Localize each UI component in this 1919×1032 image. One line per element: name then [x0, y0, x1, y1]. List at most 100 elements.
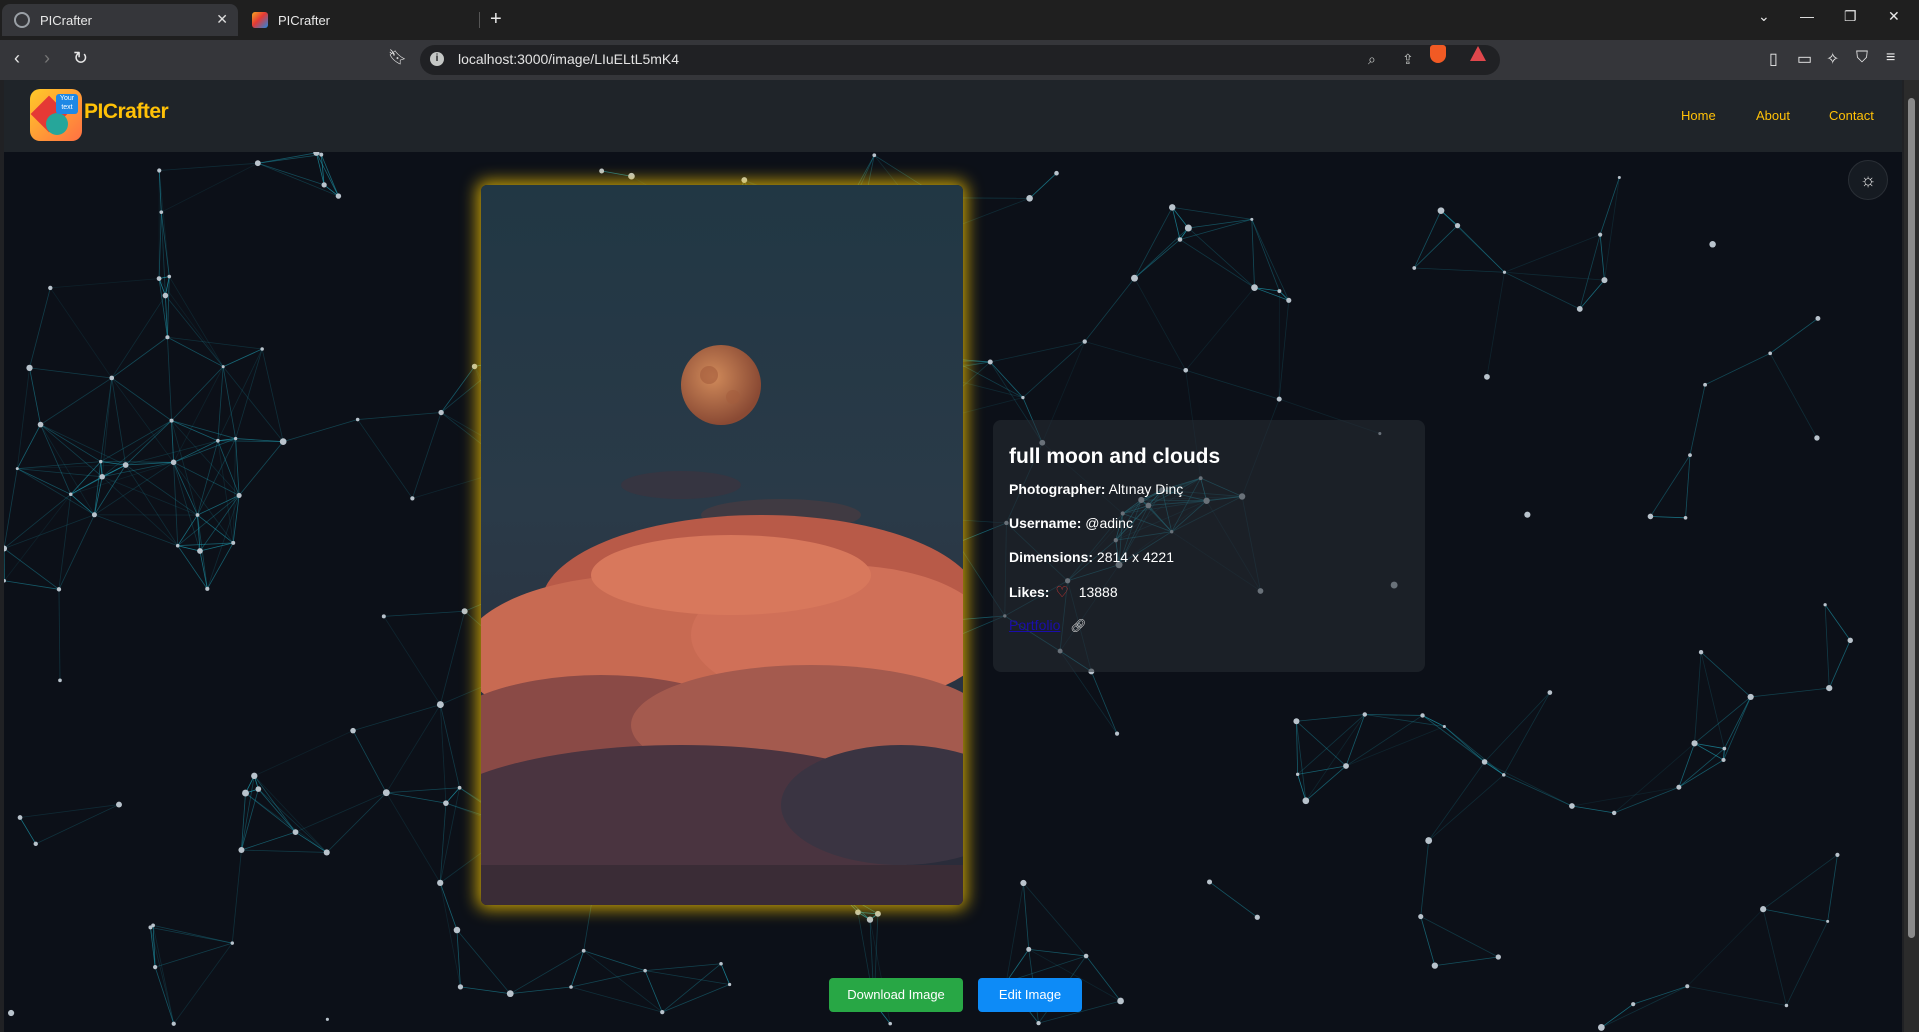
network-node — [1250, 217, 1254, 221]
brand-name[interactable]: PICrafter — [84, 100, 169, 124]
network-link — [257, 162, 339, 197]
brave-shield-icon[interactable] — [1430, 45, 1446, 63]
network-link — [258, 788, 328, 853]
address-bar[interactable]: i localhost:3000/image/LIuELtL5mK4 ⌕ ⇪ — [420, 45, 1500, 75]
moon-clouds-image — [481, 185, 963, 905]
forward-icon[interactable]: › — [44, 48, 50, 69]
network-link — [1251, 219, 1280, 292]
network-node — [1722, 746, 1727, 751]
network-node — [569, 985, 573, 989]
network-node — [1784, 1003, 1789, 1008]
tab-title: PICrafter — [278, 12, 331, 28]
network-link — [241, 849, 327, 853]
network-link — [111, 295, 166, 379]
zoom-icon[interactable]: ⌕ — [1368, 51, 1376, 68]
tab-search-icon[interactable]: ⌄ — [1758, 8, 1770, 25]
network-node — [1026, 194, 1033, 202]
network-node — [1835, 852, 1840, 857]
network-node — [335, 193, 342, 199]
reload-icon[interactable]: ↻ — [73, 48, 88, 69]
network-node — [122, 462, 129, 468]
restore-icon[interactable]: ❐ — [1844, 8, 1857, 25]
network-link — [1484, 761, 1573, 807]
network-node — [233, 436, 238, 441]
network-node — [1826, 919, 1830, 923]
link-icon[interactable]: 🔗︎ — [1070, 618, 1087, 633]
page-scrollbar[interactable] — [1904, 80, 1919, 1032]
network-link — [1769, 318, 1819, 354]
network-link — [1486, 272, 1505, 377]
wallet-icon[interactable]: ▭ — [1797, 49, 1812, 69]
sidebar-icon[interactable]: ▯ — [1769, 49, 1778, 69]
network-link — [1345, 726, 1445, 767]
network-link — [40, 424, 126, 466]
network-node — [321, 182, 327, 188]
network-node — [987, 359, 993, 365]
network-node — [236, 492, 242, 498]
leo-ai-icon[interactable]: ✧ — [1826, 49, 1839, 69]
network-node — [1815, 315, 1821, 321]
nav-contact-link[interactable]: Contact — [1829, 108, 1874, 123]
back-icon[interactable]: ‹ — [14, 48, 20, 69]
nav-about-link[interactable]: About — [1756, 108, 1790, 123]
network-node — [1431, 962, 1438, 969]
edit-image-button[interactable]: Edit Image — [978, 978, 1082, 1012]
network-link — [40, 424, 103, 478]
network-link — [1179, 239, 1255, 288]
menu-icon[interactable]: ≡ — [1886, 49, 1895, 67]
network-node — [231, 540, 236, 545]
close-window-icon[interactable]: ✕ — [1888, 8, 1900, 25]
network-link — [1599, 177, 1620, 235]
bookmark-icon[interactable]: 🔖︎ — [388, 48, 407, 66]
portfolio-link[interactable]: Portfolio — [1009, 617, 1060, 633]
url-text[interactable]: localhost:3000/image/LIuELtL5mK4 — [458, 51, 679, 67]
vpn-icon[interactable]: ⛉ — [1856, 49, 1868, 67]
network-link — [4, 468, 18, 549]
network-link — [100, 461, 174, 463]
network-node — [1683, 515, 1688, 520]
site-info-icon[interactable]: i — [430, 52, 444, 66]
network-node — [1302, 797, 1310, 805]
network-link — [217, 440, 234, 543]
share-icon[interactable]: ⇪ — [1402, 51, 1414, 68]
brave-rewards-icon[interactable] — [1470, 46, 1486, 61]
network-link — [1686, 908, 1764, 987]
network-node — [1177, 237, 1183, 242]
heart-icon[interactable]: ♡ — [1055, 584, 1068, 601]
network-node — [109, 375, 115, 381]
network-link — [165, 295, 224, 367]
tab-inactive[interactable]: PICrafter — [240, 4, 480, 36]
network-node — [719, 961, 723, 966]
network-node — [382, 789, 390, 797]
network-link — [49, 287, 113, 379]
network-node — [197, 548, 203, 554]
network-node — [1481, 759, 1488, 765]
network-node — [457, 984, 464, 990]
new-tab-icon[interactable]: + — [490, 8, 502, 30]
network-node — [1293, 718, 1300, 725]
network-link — [1084, 277, 1135, 342]
app-logo[interactable]: Your text — [30, 89, 82, 141]
close-tab-icon[interactable]: ✕ — [216, 11, 228, 28]
network-link — [1700, 652, 1725, 749]
network-link — [439, 787, 460, 883]
network-link — [1420, 916, 1436, 966]
theme-toggle-button[interactable]: ☼ — [1848, 160, 1888, 200]
scrollbar-thumb[interactable] — [1908, 98, 1915, 938]
network-link — [1297, 714, 1366, 775]
network-link — [154, 966, 175, 1024]
network-link — [150, 927, 175, 1024]
network-node — [1412, 266, 1417, 270]
network-link — [1650, 516, 1686, 519]
network-node — [156, 276, 162, 281]
network-link — [662, 963, 722, 1013]
network-node — [1601, 277, 1608, 284]
download-image-button[interactable]: Download Image — [829, 978, 963, 1012]
network-node — [866, 916, 874, 923]
network-link — [17, 464, 126, 470]
network-link — [357, 419, 413, 499]
minimize-icon[interactable]: — — [1800, 8, 1814, 24]
tab-active[interactable]: PICrafter ✕ — [2, 4, 238, 36]
nav-home-link[interactable]: Home — [1681, 108, 1716, 123]
network-link — [19, 804, 120, 818]
